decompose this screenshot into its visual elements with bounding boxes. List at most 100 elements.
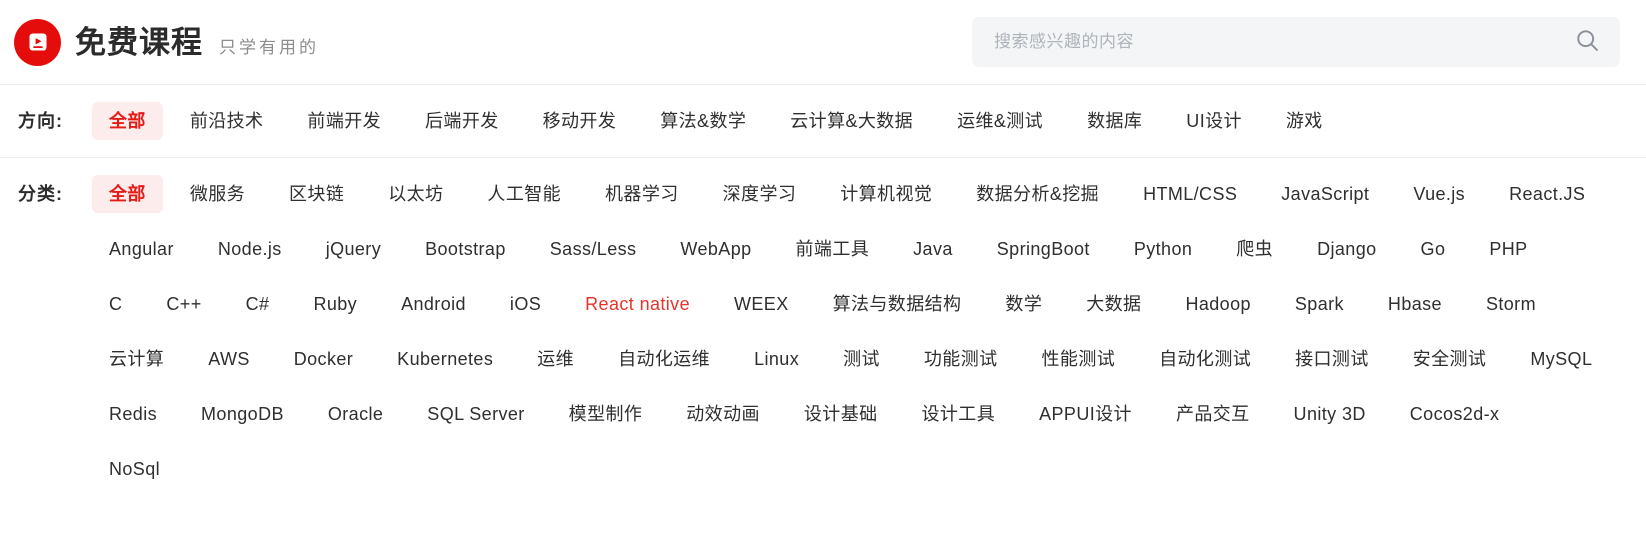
filter-chip-category[interactable]: 自动化测试 <box>1142 340 1268 378</box>
filter-chip-category[interactable]: Unity 3D <box>1277 395 1383 433</box>
filter-chip-category[interactable]: React native <box>568 285 707 323</box>
filter-chip-category[interactable]: iOS <box>493 285 558 323</box>
filter-row: NoSql <box>92 450 1626 505</box>
brand-block[interactable]: 免费课程 只学有用的 <box>14 18 319 66</box>
filter-chip-category[interactable]: Java <box>896 230 970 268</box>
filter-label-category: 分类: <box>18 184 63 204</box>
search-button[interactable] <box>1554 17 1620 67</box>
filter-chip-category[interactable]: React.JS <box>1492 175 1602 213</box>
filter-chip-category[interactable]: 数据分析&挖掘 <box>959 175 1116 213</box>
filter-chip-category[interactable]: Storm <box>1469 285 1553 323</box>
filter-chip-category[interactable]: Angular <box>92 230 191 268</box>
filter-chip-category[interactable]: Bootstrap <box>408 230 523 268</box>
filter-chip-category[interactable]: Hadoop <box>1168 285 1267 323</box>
filter-chip-category[interactable]: 算法与数据结构 <box>816 285 979 323</box>
filter-chip-category[interactable]: SQL Server <box>410 395 541 433</box>
filter-section-direction: 方向: 全部 前沿技术 前端开发 后端开发 移动开发 算法&数学 云计算&大数据 运维&测试 数据… <box>0 85 1646 158</box>
filter-section-category: 分类: 全部 微服务 区块链 以太坊 人工智能 机器学习 深度学习 计算机视觉 数据分析&挖掘 HT… <box>0 158 1646 505</box>
filter-chip-category[interactable]: Hbase <box>1371 285 1459 323</box>
filter-chip-category[interactable]: 动效动画 <box>669 395 777 433</box>
filter-chip-direction[interactable]: 云计算&大数据 <box>773 102 930 140</box>
filter-chip-category[interactable]: Go <box>1404 230 1463 268</box>
filter-chip-category[interactable]: 人工智能 <box>470 175 578 213</box>
filter-chip-category[interactable]: Vue.js <box>1396 175 1482 213</box>
filter-chip-category[interactable]: Redis <box>92 395 174 433</box>
filter-chip-category[interactable]: WEEX <box>717 285 806 323</box>
filter-chip-category[interactable]: Android <box>384 285 483 323</box>
filter-chip-category[interactable]: HTML/CSS <box>1126 175 1254 213</box>
filter-chip-category[interactable]: C# <box>229 285 287 323</box>
filter-chip-category[interactable]: 大数据 <box>1069 285 1158 323</box>
filter-chip-category[interactable]: Django <box>1300 230 1393 268</box>
filter-chip-category[interactable]: Oracle <box>311 395 400 433</box>
filters-container: 方向: 全部 前沿技术 前端开发 后端开发 移动开发 算法&数学 云计算&大数据 运维&测试 数据… <box>0 85 1646 505</box>
filter-chip-direction[interactable]: 游戏 <box>1269 102 1340 140</box>
filter-chip-category[interactable]: Ruby <box>296 285 374 323</box>
filter-chip-category[interactable]: WebApp <box>663 230 768 268</box>
filter-chip-category[interactable]: 全部 <box>92 175 163 213</box>
filter-chip-category[interactable]: 安全测试 <box>1396 340 1504 378</box>
filter-chip-category[interactable]: SpringBoot <box>980 230 1107 268</box>
filter-chip-category[interactable]: 设计工具 <box>905 395 1013 433</box>
filter-chip-category[interactable]: 计算机视觉 <box>823 175 949 213</box>
search-icon <box>1574 27 1601 57</box>
filter-chip-category[interactable]: 数学 <box>988 285 1059 323</box>
filter-chip-category[interactable]: jQuery <box>309 230 398 268</box>
filter-chip-direction[interactable]: 前端开发 <box>290 102 398 140</box>
filter-chip-direction[interactable]: 后端开发 <box>408 102 516 140</box>
filter-chip-category[interactable]: 产品交互 <box>1159 395 1267 433</box>
filter-row: 全部 微服务 区块链 以太坊 人工智能 机器学习 深度学习 计算机视觉 数据分析&挖掘 HTML/… <box>92 175 1626 230</box>
filter-rows-category: 全部 微服务 区块链 以太坊 人工智能 机器学习 深度学习 计算机视觉 数据分析&挖掘 HTML/… <box>92 175 1626 488</box>
search-input[interactable] <box>972 17 1554 67</box>
filter-chip-category[interactable]: C <box>92 285 139 323</box>
filter-row: Angular Node.js jQuery Bootstrap Sass/Less We… <box>92 230 1626 285</box>
filter-chip-category[interactable]: Docker <box>277 340 370 378</box>
filter-chip-category[interactable]: Cocos2d-x <box>1393 395 1517 433</box>
filter-chip-category[interactable]: 以太坊 <box>371 175 460 213</box>
filter-chip-direction[interactable]: 前沿技术 <box>173 102 281 140</box>
filter-chip-category[interactable]: Sass/Less <box>533 230 654 268</box>
filter-chip-direction[interactable]: 算法&数学 <box>643 102 763 140</box>
filter-chip-category[interactable]: C++ <box>149 285 218 323</box>
filter-chip-category[interactable]: Linux <box>737 340 816 378</box>
filter-chip-category[interactable]: 性能测试 <box>1025 340 1133 378</box>
filter-chip-category[interactable]: APPUI设计 <box>1022 395 1149 433</box>
filter-chip-category[interactable]: 爬虫 <box>1219 230 1290 268</box>
filter-row: 云计算 AWS Docker Kubernetes 运维 自动化运维 Linux 测试 功能测试… <box>92 340 1626 395</box>
filter-chip-category[interactable]: MongoDB <box>184 395 301 433</box>
filter-chip-category[interactable]: 前端工具 <box>779 230 887 268</box>
filter-chip-category[interactable]: 深度学习 <box>706 175 814 213</box>
filter-chip-category[interactable]: 机器学习 <box>588 175 696 213</box>
filter-rows-direction: 全部 前沿技术 前端开发 后端开发 移动开发 算法&数学 云计算&大数据 运维&测试 数据库 UI… <box>92 102 1626 140</box>
filter-chip-direction[interactable]: 数据库 <box>1070 102 1159 140</box>
filter-chip-category[interactable]: Node.js <box>201 230 299 268</box>
filter-chip-direction[interactable]: 移动开发 <box>526 102 634 140</box>
filter-chip-category[interactable]: 测试 <box>826 340 897 378</box>
filter-chip-category[interactable]: AWS <box>191 340 267 378</box>
filter-chip-category[interactable]: 云计算 <box>92 340 181 378</box>
filter-chip-category[interactable]: 运维 <box>520 340 591 378</box>
filter-row: Redis MongoDB Oracle SQL Server 模型制作 动效动画 设计基础… <box>92 395 1626 450</box>
filter-chip-category[interactable]: PHP <box>1472 230 1544 268</box>
video-book-icon <box>14 18 61 66</box>
filter-chip-category[interactable]: Spark <box>1278 285 1361 323</box>
search-box[interactable] <box>972 17 1620 67</box>
filter-chip-category[interactable]: 功能测试 <box>907 340 1015 378</box>
filter-chip-category[interactable]: NoSql <box>92 450 177 488</box>
filter-chip-category[interactable]: MySQL <box>1513 340 1609 378</box>
filter-chip-direction[interactable]: UI设计 <box>1169 102 1259 140</box>
filter-chip-category[interactable]: 区块链 <box>272 175 361 213</box>
brand-tagline: 只学有用的 <box>219 38 319 57</box>
filter-chip-direction[interactable]: 全部 <box>92 102 163 140</box>
filter-chip-category[interactable]: 自动化运维 <box>601 340 727 378</box>
filter-chip-category[interactable]: Python <box>1117 230 1209 268</box>
filter-chip-category[interactable]: 接口测试 <box>1278 340 1386 378</box>
filter-row: 全部 前沿技术 前端开发 后端开发 移动开发 算法&数学 云计算&大数据 运维&测试 数据库 UI… <box>92 102 1626 140</box>
filter-chip-category[interactable]: 模型制作 <box>552 395 660 433</box>
filter-label-direction: 方向: <box>18 111 63 131</box>
filter-chip-category[interactable]: 微服务 <box>173 175 262 213</box>
filter-chip-category[interactable]: Kubernetes <box>380 340 510 378</box>
filter-chip-category[interactable]: JavaScript <box>1264 175 1386 213</box>
filter-chip-direction[interactable]: 运维&测试 <box>940 102 1060 140</box>
filter-chip-category[interactable]: 设计基础 <box>787 395 895 433</box>
